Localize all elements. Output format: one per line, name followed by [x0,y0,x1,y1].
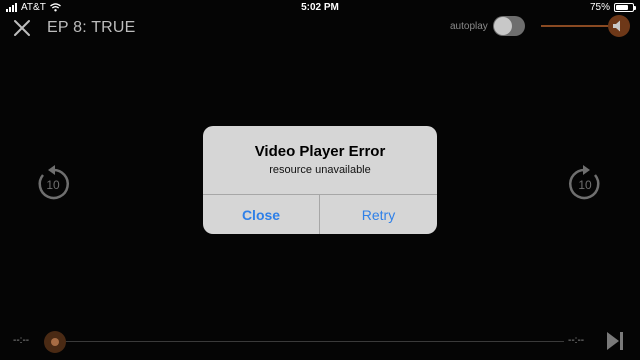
status-bar: AT&T 5:02 PM 75% [0,0,640,16]
skip-forward-button[interactable]: 10 [565,160,605,204]
error-dialog: Video Player Error resource unavailable … [203,126,437,234]
dialog-message: resource unavailable [269,164,371,176]
battery-icon [614,3,636,12]
close-button[interactable]: Close [203,195,319,234]
autoplay-toggle-knob [494,17,512,35]
episode-title: EP 8: TRUE [47,19,136,36]
skip-back-button[interactable]: 10 [33,160,73,204]
elapsed-time: --:-- [13,335,30,346]
status-right: 75% [589,2,636,13]
close-icon[interactable] [12,18,32,38]
autoplay-toggle[interactable] [493,16,525,36]
video-player-screen: AT&T 5:02 PM 75% EP 8: TRUE autoplay 10 … [0,0,640,360]
forward-10-icon: 10 [569,165,600,200]
progress-track[interactable] [54,341,564,342]
remaining-time: --:-- [568,335,585,346]
progress-scrubber[interactable] [44,331,66,353]
skip-next-icon[interactable] [604,330,626,352]
replay-10-icon: 10 [38,165,69,200]
speaker-icon[interactable] [611,18,627,34]
autoplay-label: autoplay [450,21,488,32]
dialog-title: Video Player Error [254,143,386,160]
battery-percent: 75% [589,2,610,13]
skip-forward-seconds: 10 [578,178,592,192]
retry-button[interactable]: Retry [320,195,437,234]
status-time: 5:02 PM [301,2,339,13]
skip-back-seconds: 10 [46,178,60,192]
battery-fill [616,5,628,10]
